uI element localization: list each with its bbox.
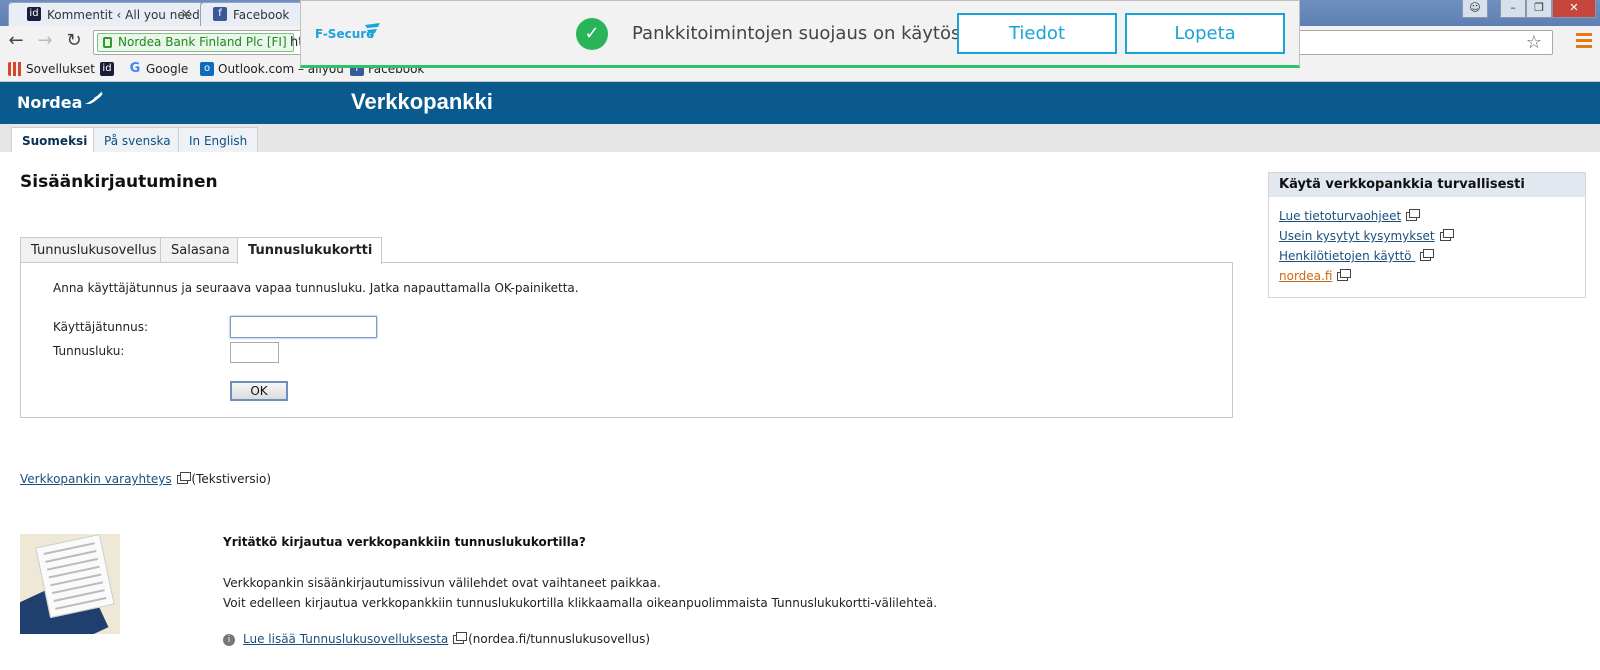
- close-icon[interactable]: ×: [180, 6, 192, 22]
- lock-icon: [103, 37, 112, 48]
- login-panel: Anna käyttäjätunnus ja seuraava vapaa tu…: [20, 262, 1233, 418]
- link-faq[interactable]: Usein kysytyt kysymykset: [1279, 229, 1454, 243]
- tab-title: Facebook: [233, 8, 290, 22]
- google-icon: G: [129, 61, 141, 76]
- login-instruction: Anna käyttäjätunnus ja seuraava vapaa tu…: [53, 281, 579, 295]
- backup-suffix: (Tekstiversio): [191, 472, 272, 486]
- link-security-guide[interactable]: Lue tietoturvaohjeet: [1279, 209, 1421, 223]
- info-link[interactable]: Lue lisää Tunnuslukusovelluksesta: [243, 632, 448, 646]
- external-link-icon: [1420, 249, 1435, 261]
- pin-label: Tunnusluku:: [53, 344, 125, 358]
- language-swedish[interactable]: På svenska: [93, 127, 182, 152]
- close-window-button[interactable]: ✕: [1552, 0, 1596, 18]
- user-icon[interactable]: ☺: [1462, 0, 1488, 18]
- notice-line: Verkkopankin sisäänkirjautumissivun väli…: [223, 576, 661, 590]
- language-bar: Suomeksi På svenska In English: [0, 124, 1600, 152]
- backup-connection: Verkkopankin varayhteys (Tekstiversio): [20, 472, 271, 486]
- username-input[interactable]: [230, 316, 377, 338]
- info-line: i Lue lisää Tunnuslukusovelluksesta (nord…: [223, 632, 650, 646]
- restore-button[interactable]: ❐: [1526, 0, 1552, 18]
- language-english[interactable]: In English: [178, 127, 259, 152]
- ev-certificate-badge[interactable]: Nordea Bank Finland Plc [FI]: [97, 33, 294, 52]
- link-personal-data[interactable]: Henkilötietojen käyttö: [1279, 249, 1435, 263]
- sidebar-title: Käytä verkkopankkia turvallisesti: [1269, 173, 1585, 197]
- notice-title: Yritätkö kirjautua verkkopankkiin tunnus…: [223, 535, 586, 549]
- details-button[interactable]: Tiedot: [957, 13, 1117, 54]
- external-link-icon: [1406, 209, 1421, 221]
- link-label: Usein kysytyt kysymykset: [1279, 229, 1435, 243]
- username-label: Käyttäjätunnus:: [53, 320, 148, 334]
- link-label: Lue tietoturvaohjeet: [1279, 209, 1402, 223]
- tab-password[interactable]: Salasana: [160, 237, 238, 263]
- fsecure-banner: F-Secure ✓ Pankkitoimintojen suojaus on …: [300, 0, 1300, 68]
- notice-line: Voit edelleen kirjautua verkkopankkiin t…: [223, 596, 938, 610]
- link-label: nordea.fi: [1279, 269, 1333, 283]
- id-icon: id: [27, 7, 41, 21]
- language-finnish[interactable]: Suomeksi: [11, 127, 99, 152]
- external-link-icon: [176, 472, 191, 484]
- link-nordea-fi[interactable]: nordea.fi: [1279, 269, 1352, 283]
- nordea-logo[interactable]: Nordea: [17, 93, 82, 112]
- star-icon[interactable]: ☆: [1526, 32, 1542, 53]
- back-icon[interactable]: ←: [5, 30, 27, 52]
- ev-label: Nordea Bank Finland Plc [FI]: [118, 35, 287, 49]
- page-title: Verkkopankki: [351, 89, 493, 114]
- id-icon: id: [100, 62, 114, 76]
- external-link-icon: [453, 632, 468, 644]
- ok-button[interactable]: OK: [230, 381, 288, 401]
- site-header: Nordea Verkkopankki: [0, 82, 1600, 124]
- external-link-icon: [1439, 229, 1454, 241]
- fsecure-logo-icon: [365, 23, 380, 38]
- backup-link[interactable]: Verkkopankin varayhteys: [20, 472, 172, 486]
- bookmark-apps[interactable]: Sovellukset: [8, 62, 95, 76]
- security-sidebar: Käytä verkkopankkia turvallisesti Lue ti…: [1268, 172, 1586, 298]
- code-card-image: [20, 534, 120, 634]
- link-label: Henkilötietojen käyttö: [1279, 249, 1416, 263]
- bookmark-google[interactable]: G Google: [128, 61, 189, 77]
- bookmark-label: Google: [146, 62, 189, 76]
- tab-code-card[interactable]: Tunnuslukukortti: [237, 237, 382, 264]
- check-icon: ✓: [576, 18, 608, 50]
- stop-button[interactable]: Lopeta: [1125, 13, 1285, 54]
- nordea-logo-icon: [85, 91, 103, 104]
- facebook-icon: f: [213, 7, 227, 21]
- fsecure-message: Pankkitoimintojen suojaus on käytössä: [632, 23, 981, 44]
- minimize-button[interactable]: –: [1500, 0, 1526, 18]
- forward-icon[interactable]: →: [34, 30, 56, 52]
- tab-title: Kommentit ‹ All you need: [47, 8, 200, 22]
- menu-icon[interactable]: [1576, 33, 1592, 49]
- info-suffix: (nordea.fi/tunnuslukusovellus): [468, 632, 651, 646]
- reload-icon[interactable]: ↻: [63, 30, 85, 52]
- tab-code-app[interactable]: Tunnuslukusovellus: [20, 237, 161, 263]
- bookmark-label: Sovellukset: [26, 62, 96, 76]
- outlook-icon: o: [200, 62, 214, 76]
- apps-grid-icon: [8, 62, 22, 76]
- browser-tab[interactable]: id Kommentit ‹ All you need ×: [8, 2, 203, 26]
- external-link-icon: [1337, 269, 1352, 281]
- login-title: Sisäänkirjautuminen: [20, 172, 218, 192]
- pin-input[interactable]: [230, 342, 279, 363]
- info-icon: i: [223, 633, 235, 646]
